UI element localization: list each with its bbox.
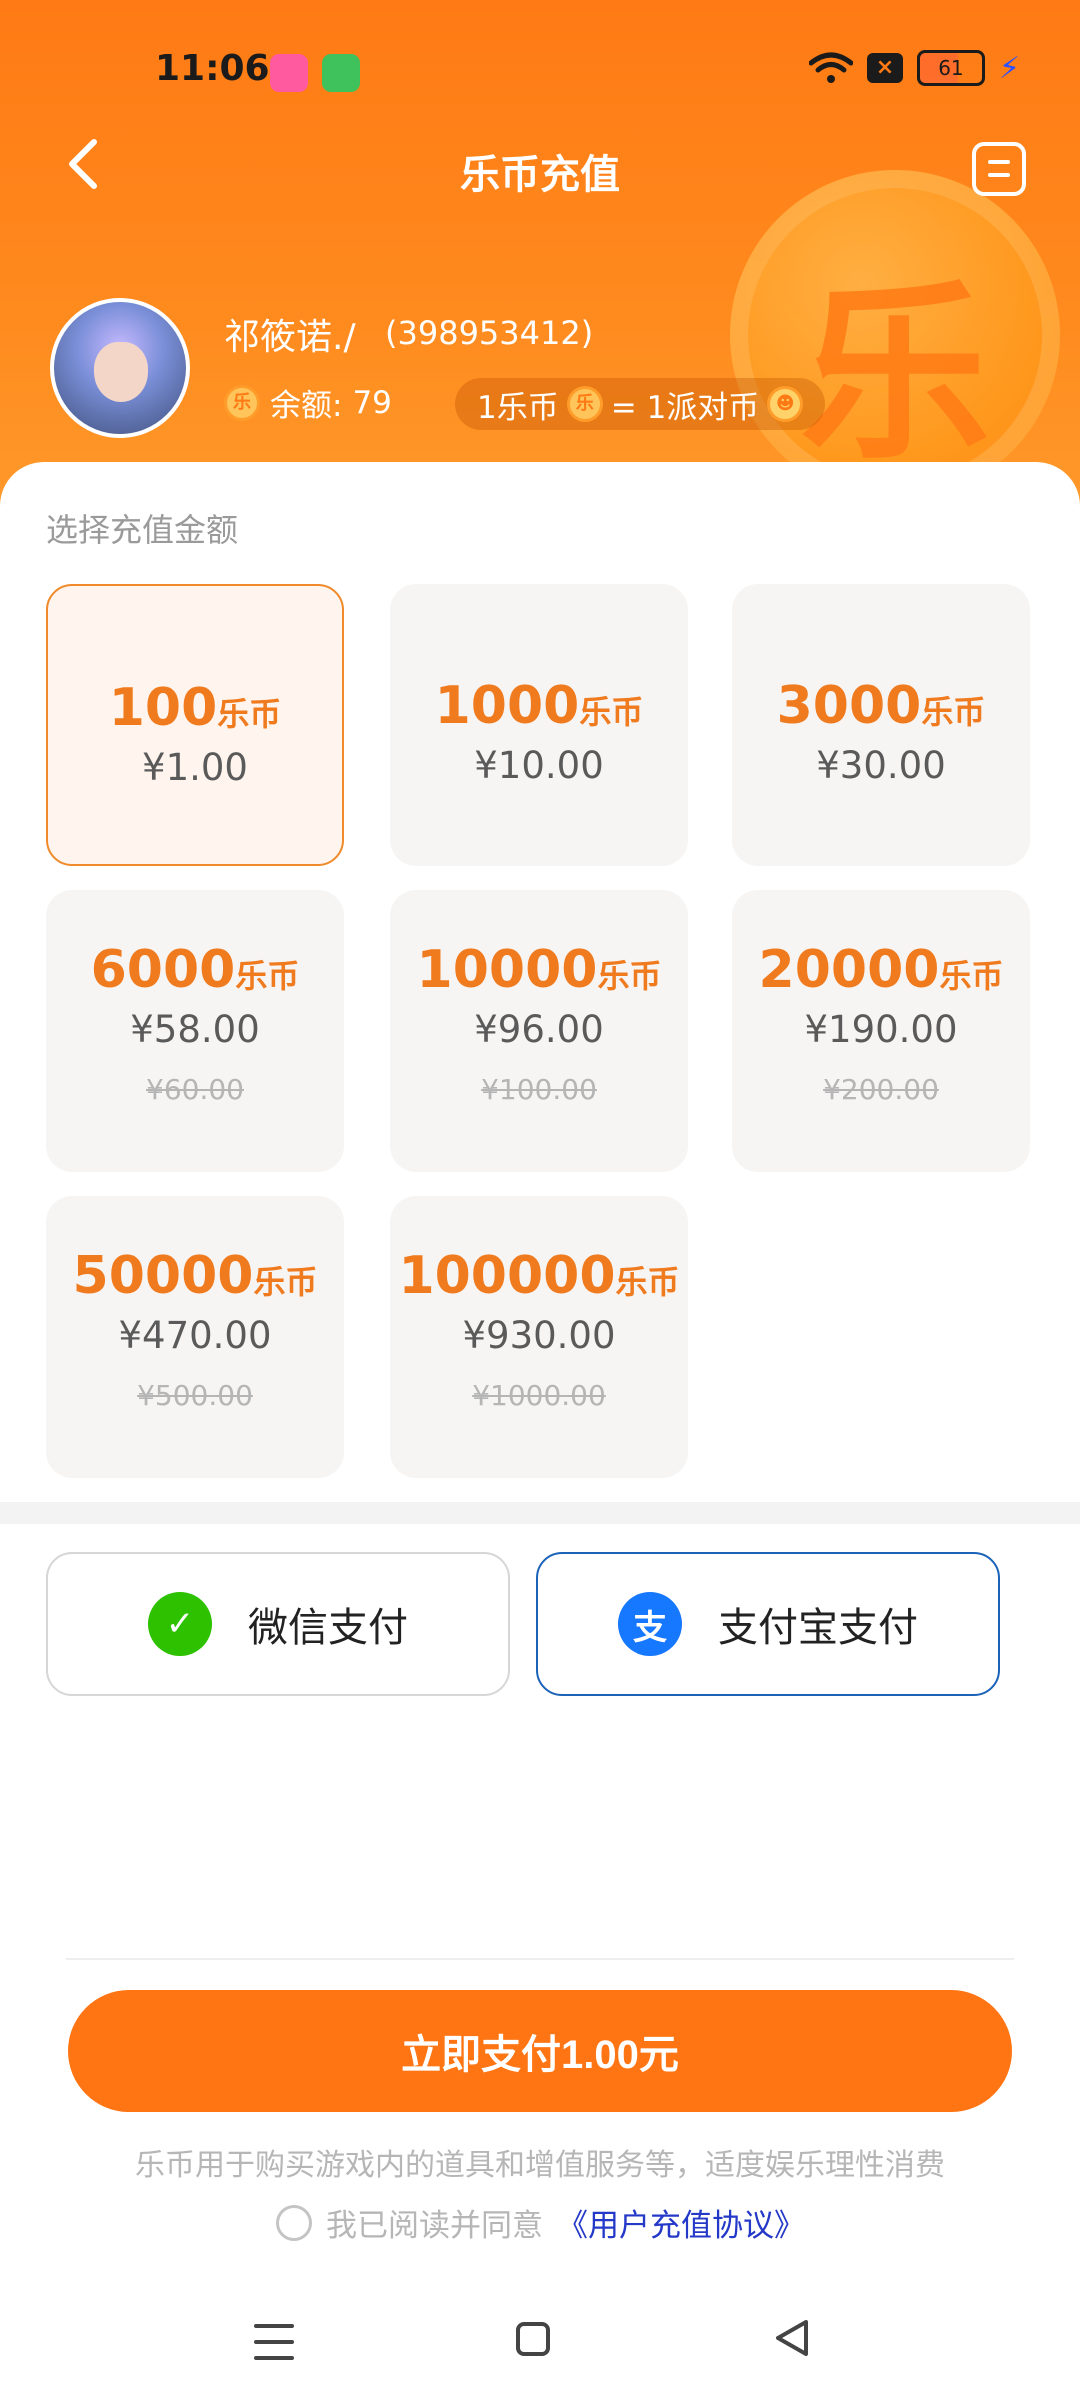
original-price: ¥60.00	[146, 1073, 244, 1106]
original-price: ¥1000.00	[472, 1379, 606, 1412]
original-price: ¥500.00	[137, 1379, 253, 1412]
agree-text: 我已阅读并同意	[326, 2208, 543, 2244]
section-divider	[0, 1502, 1080, 1524]
package-50000[interactable]: 50000乐币 ¥470.00 ¥500.00	[46, 1196, 344, 1478]
system-nav-bar	[0, 2290, 1080, 2400]
package-10000[interactable]: 10000乐币 ¥96.00 ¥100.00	[390, 890, 688, 1172]
alipay-label: 支付宝支付	[718, 1605, 918, 1651]
original-price: ¥100.00	[481, 1073, 597, 1106]
bilibili-app-icon	[270, 54, 308, 92]
package-1000[interactable]: 1000乐币 ¥10.00	[390, 584, 688, 866]
pay-now-button[interactable]: 立即支付1.00元	[68, 1990, 1012, 2112]
section-label: 选择充值金额	[46, 511, 239, 549]
user-id: (398953412)	[385, 314, 594, 352]
agreement-row: 我已阅读并同意 《用户充值协议》	[276, 2200, 805, 2245]
username: 祁筱诺./	[224, 317, 356, 358]
balance-label: 余额:	[270, 388, 343, 424]
home-icon[interactable]	[516, 2322, 550, 2356]
usage-notice: 乐币用于购买游戏内的道具和增值服务等，适度娱乐理性消费	[135, 2148, 945, 2183]
shop-app-icon	[322, 54, 360, 92]
wechat-pay-label: 微信支付	[248, 1605, 408, 1651]
page-title: 乐币充值	[460, 152, 620, 198]
rate-right: = 1派对币	[610, 389, 760, 426]
recent-apps-icon[interactable]	[254, 2324, 294, 2360]
party-coin-icon: ☻	[767, 386, 804, 422]
rate-left: 1乐币	[477, 389, 559, 426]
system-back-icon[interactable]	[770, 2316, 814, 2360]
package-100000[interactable]: 100000乐币 ¥930.00 ¥1000.00	[390, 1196, 688, 1478]
exchange-rate-pill: 1乐币 乐 = 1派对币 ☻	[455, 378, 826, 430]
wifi-icon	[808, 52, 853, 83]
wechat-icon: ✓	[148, 1592, 212, 1656]
package-6000[interactable]: 6000乐币 ¥58.00 ¥60.00	[46, 890, 344, 1172]
original-price: ¥200.00	[823, 1073, 939, 1106]
coin-decoration: 乐	[730, 170, 1060, 500]
alipay-option[interactable]: 支 支付宝支付	[536, 1552, 1000, 1696]
coin-icon: 乐	[566, 386, 603, 422]
balance-value: 79	[352, 384, 392, 421]
package-100[interactable]: 100乐币 ¥1.00	[46, 584, 344, 866]
agree-checkbox[interactable]	[276, 2204, 312, 2241]
agreement-link[interactable]: 《用户充值协议》	[557, 2200, 805, 2245]
status-time: 11:06	[155, 48, 270, 89]
coin-icon: 乐	[224, 384, 260, 421]
records-icon[interactable]	[972, 142, 1026, 196]
package-20000[interactable]: 20000乐币 ¥190.00 ¥200.00	[732, 890, 1030, 1172]
wechat-pay-option[interactable]: ✓ 微信支付	[46, 1552, 510, 1696]
package-3000[interactable]: 3000乐币 ¥30.00	[732, 584, 1030, 866]
battery-icon: 61	[916, 50, 985, 86]
status-bar: 11:06 × 61 ⚡	[0, 0, 1080, 140]
close-badge-icon: ×	[866, 53, 903, 83]
footer-divider	[66, 1958, 1014, 1960]
balance-row: 乐 余额: 79	[224, 380, 392, 425]
alipay-icon: 支	[618, 1592, 682, 1656]
charging-icon: ⚡	[998, 50, 1020, 86]
avatar	[50, 298, 190, 438]
